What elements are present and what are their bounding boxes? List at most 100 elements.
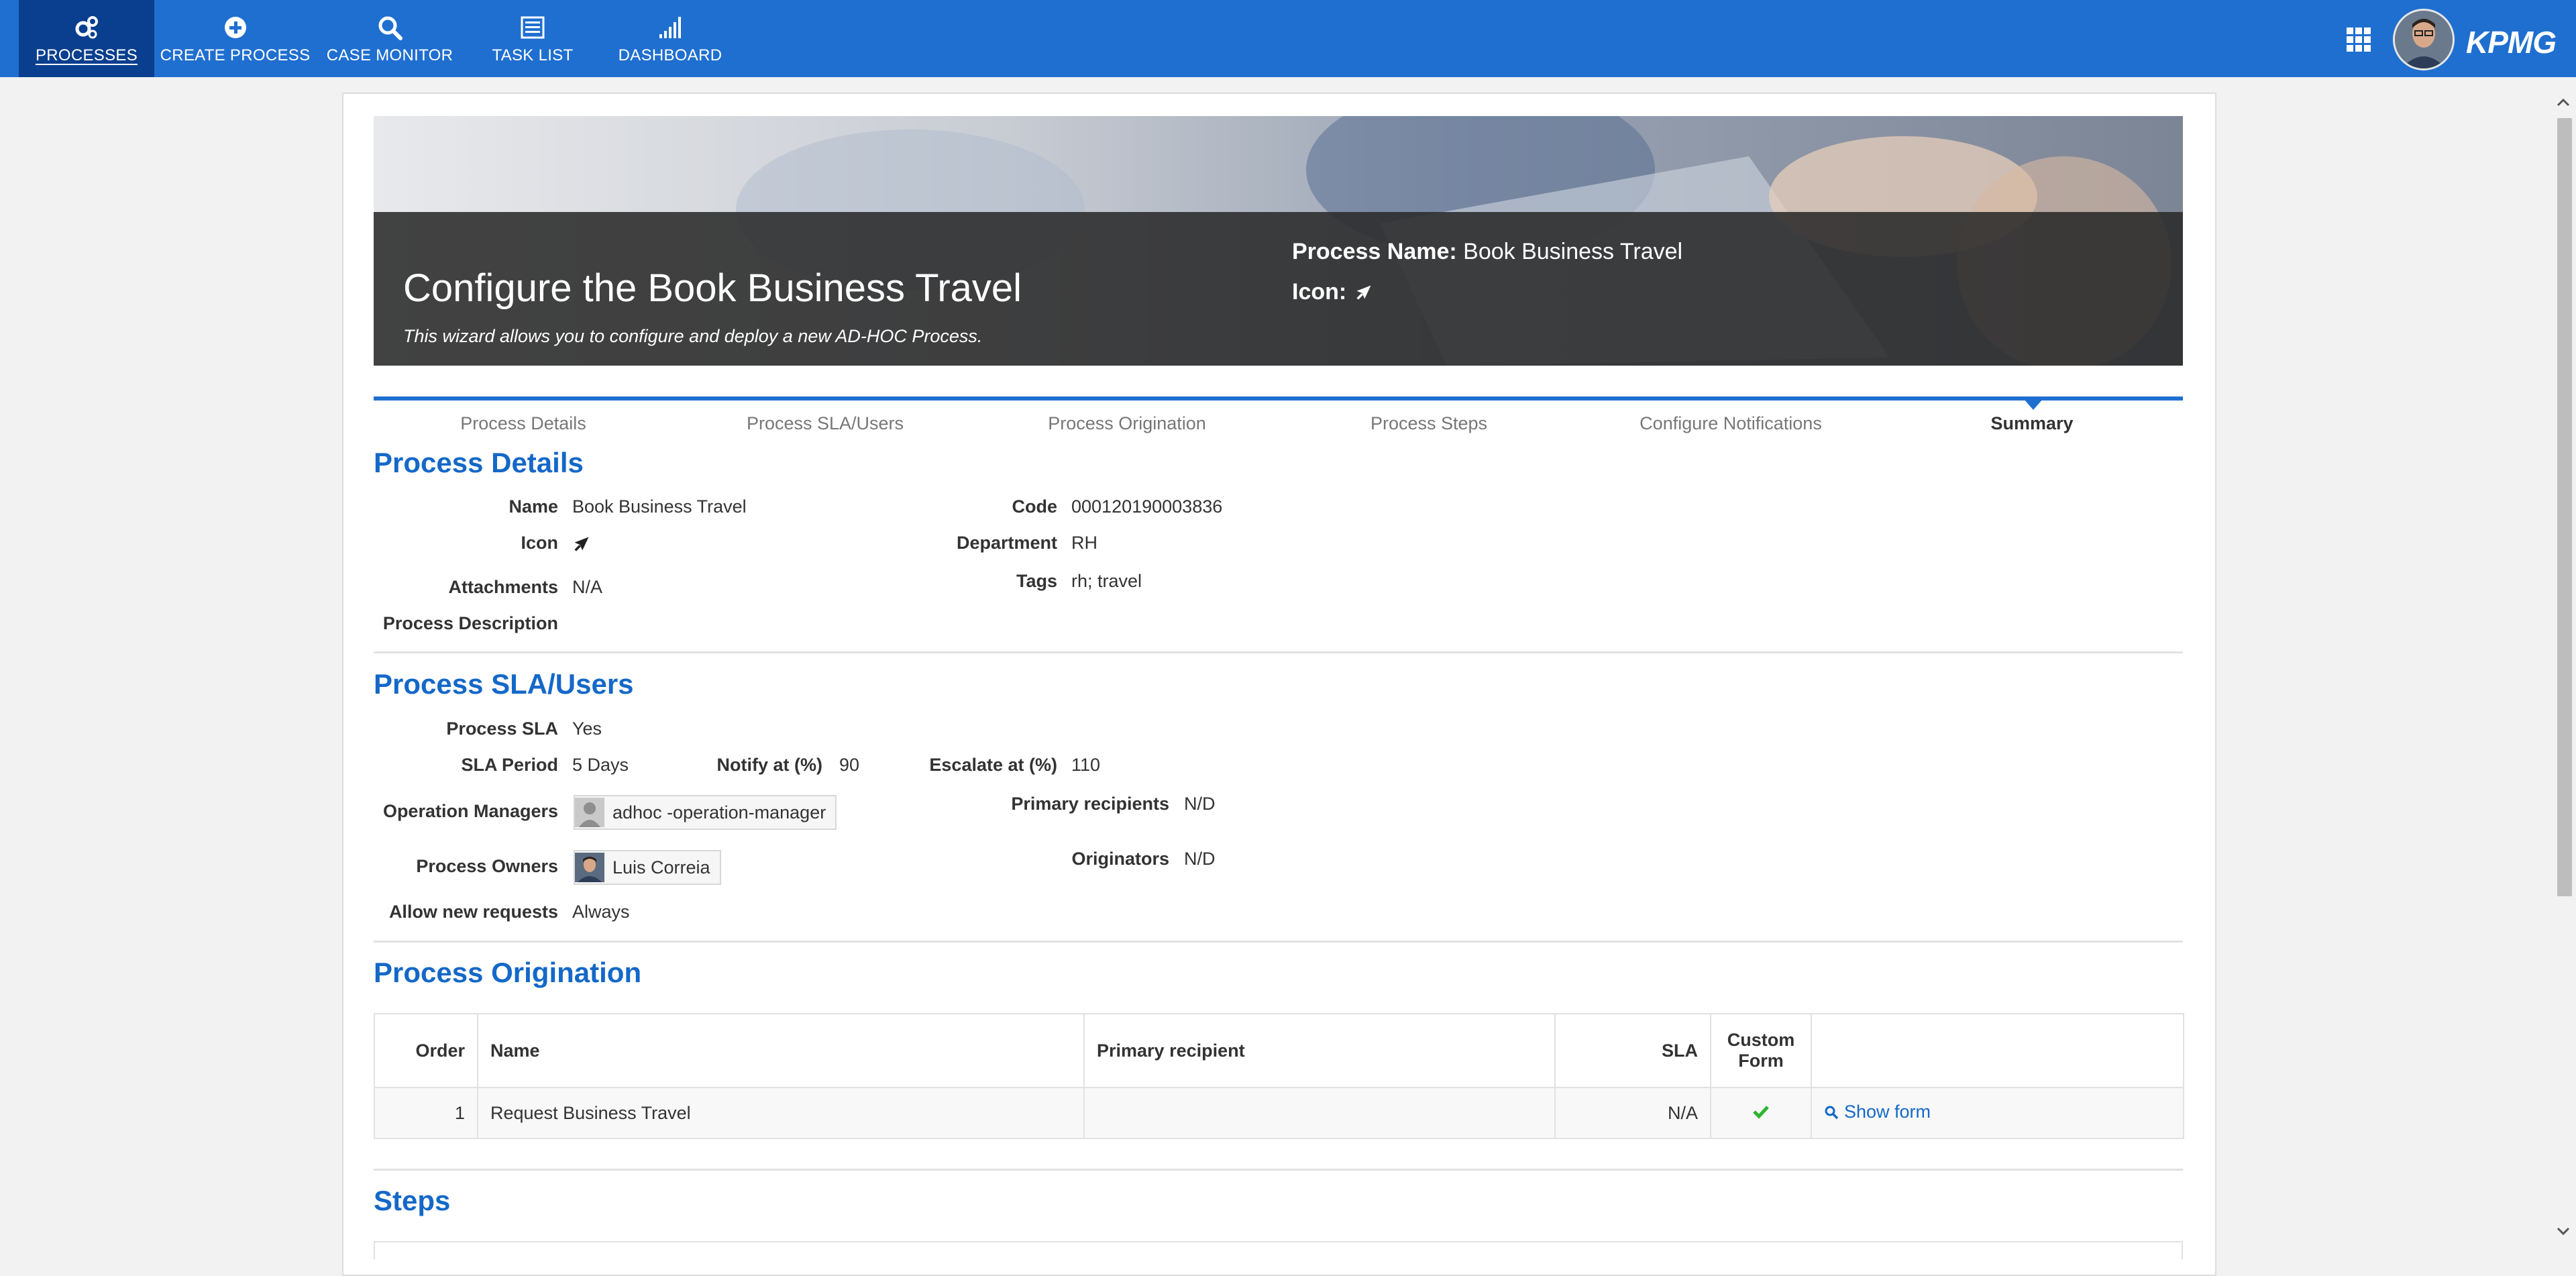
table-header-row: Order Name Primary recipient SLA Custom F… bbox=[374, 1013, 2184, 1088]
tags-label: Tags bbox=[1016, 571, 1057, 591]
name-value: Book Business Travel bbox=[572, 496, 747, 517]
table-row: 1 Request Business Travel N/A Show form bbox=[374, 1087, 2184, 1139]
avatar bbox=[575, 853, 604, 882]
column-header-sla: SLA bbox=[1554, 1013, 1711, 1088]
operation-managers-label: Operation Managers bbox=[382, 801, 558, 821]
department-label: Department bbox=[956, 533, 1057, 553]
steps-table-top-border bbox=[374, 1241, 2183, 1259]
name-label: Name bbox=[508, 496, 558, 517]
search-icon bbox=[378, 16, 402, 40]
wizard-step-process-origination[interactable]: Process Origination bbox=[1048, 413, 1206, 434]
scrollbar-thumb[interactable] bbox=[2557, 118, 2572, 896]
column-header-name: Name bbox=[477, 1013, 1085, 1088]
section-title-process-origination: Process Origination bbox=[374, 957, 642, 988]
section-title-process-sla-users: Process SLA/Users bbox=[374, 668, 634, 700]
nav-create-process[interactable]: CREATE PROCESS bbox=[160, 0, 310, 77]
nav-task-list[interactable]: TASK LIST bbox=[482, 0, 584, 77]
cell-order: 1 bbox=[374, 1087, 478, 1139]
allow-new-requests-label: Allow new requests bbox=[388, 902, 558, 922]
wizard-step-summary[interactable]: Summary bbox=[1990, 413, 2073, 434]
hero-process-name-value: Book Business Travel bbox=[1463, 239, 1683, 264]
wizard-step-process-steps[interactable]: Process Steps bbox=[1371, 413, 1487, 434]
hero-icon-label: Icon: bbox=[1292, 279, 1347, 305]
cell-actions: Show form bbox=[1811, 1087, 2184, 1139]
list-icon bbox=[521, 16, 545, 38]
process-owners-label: Process Owners bbox=[416, 856, 558, 876]
gears-icon bbox=[75, 15, 98, 38]
operation-manager-name: adhoc -operation-manager bbox=[612, 802, 826, 822]
page-subtitle: This wizard allows you to configure and … bbox=[403, 326, 983, 346]
plane-icon bbox=[574, 537, 589, 551]
user-placeholder-icon bbox=[575, 798, 604, 827]
originators-label: Originators bbox=[1071, 849, 1169, 869]
process-owner-chip[interactable]: Luis Correia bbox=[574, 850, 721, 885]
origination-table: Order Name Primary recipient SLA Custom F… bbox=[374, 1013, 2184, 1139]
sla-period-value: 5 Days bbox=[572, 755, 629, 775]
attachments-label: Attachments bbox=[448, 577, 558, 597]
attachments-value: N/A bbox=[572, 577, 603, 597]
column-header-custom-form-line-2: Form bbox=[1738, 1051, 1784, 1071]
nav-create-process-label: CREATE PROCESS bbox=[160, 46, 311, 64]
signal-bars-icon bbox=[659, 16, 681, 38]
kpmg-logo: KPMG bbox=[2466, 25, 2557, 60]
cell-name: Request Business Travel bbox=[477, 1087, 1085, 1139]
nav-case-monitor[interactable]: CASE MONITOR bbox=[321, 0, 459, 77]
column-header-order: Order bbox=[374, 1013, 478, 1088]
wizard-progress-line bbox=[374, 396, 2183, 401]
originators-value: N/D bbox=[1184, 849, 1216, 869]
code-value: 000120190003836 bbox=[1071, 496, 1223, 517]
nav-processes[interactable]: PROCESSES bbox=[19, 0, 154, 77]
wizard-step-process-details[interactable]: Process Details bbox=[460, 413, 586, 434]
allow-new-requests-value: Always bbox=[572, 902, 630, 922]
nav-task-list-label: TASK LIST bbox=[492, 46, 574, 64]
section-title-steps: Steps bbox=[374, 1185, 451, 1216]
operation-manager-chip[interactable]: adhoc -operation-manager bbox=[574, 795, 837, 830]
plane-icon bbox=[1356, 285, 1371, 300]
plus-circle-icon bbox=[224, 16, 246, 38]
column-header-actions bbox=[1811, 1013, 2184, 1088]
hero-banner: Configure the Book Business Travel This … bbox=[374, 116, 2183, 366]
wizard-step-process-sla-users[interactable]: Process SLA/Users bbox=[747, 413, 904, 434]
hero-icon-row: Icon: bbox=[1292, 279, 1373, 305]
column-header-primary-recipient: Primary recipient bbox=[1083, 1013, 1556, 1088]
cell-custom-form bbox=[1710, 1087, 1812, 1139]
section-title-process-details: Process Details bbox=[374, 447, 584, 478]
process-owner-name: Luis Correia bbox=[612, 857, 710, 878]
tags-value: rh; travel bbox=[1071, 571, 1142, 591]
current-step-marker bbox=[2024, 399, 2043, 410]
department-value: RH bbox=[1071, 533, 1097, 553]
nav-dashboard-label: DASHBOARD bbox=[618, 46, 722, 64]
hero-process-name-label: Process Name: bbox=[1292, 239, 1457, 264]
nav-processes-label: PROCESSES bbox=[35, 46, 138, 64]
search-icon bbox=[1825, 1106, 1839, 1119]
page-title: Configure the Book Business Travel bbox=[403, 266, 1022, 310]
process-sla-value: Yes bbox=[572, 719, 602, 739]
notify-at-value: 90 bbox=[839, 755, 860, 775]
nav-case-monitor-label: CASE MONITOR bbox=[326, 46, 453, 64]
top-nav-bar: PROCESSES CREATE PROCESS CASE MONITOR TA… bbox=[0, 0, 2576, 77]
column-header-custom-form-line-1: Custom bbox=[1727, 1030, 1795, 1050]
process-sla-label: Process SLA bbox=[446, 719, 558, 739]
escalate-at-value: 110 bbox=[1071, 755, 1101, 775]
section-divider bbox=[374, 651, 2183, 653]
primary-recipients-label: Primary recipients bbox=[1011, 794, 1169, 814]
show-form-link[interactable]: Show form bbox=[1824, 1102, 1931, 1122]
nav-dashboard[interactable]: DASHBOARD bbox=[610, 0, 730, 77]
cell-primary-recipient bbox=[1083, 1087, 1556, 1139]
column-header-custom-form: Custom Form bbox=[1710, 1013, 1812, 1088]
grid-icon[interactable] bbox=[2346, 27, 2371, 52]
cell-sla: N/A bbox=[1554, 1087, 1711, 1139]
hero-overlay: Configure the Book Business Travel This … bbox=[374, 212, 2183, 366]
user-avatar[interactable] bbox=[2393, 9, 2455, 70]
code-label: Code bbox=[1012, 496, 1058, 517]
scroll-up-arrow-icon[interactable] bbox=[2555, 94, 2572, 111]
wizard-step-configure-notifications[interactable]: Configure Notifications bbox=[1640, 413, 1822, 434]
section-divider bbox=[374, 1169, 2183, 1171]
check-icon bbox=[1753, 1105, 1769, 1119]
primary-recipients-value: N/D bbox=[1184, 794, 1216, 814]
sla-period-label: SLA Period bbox=[461, 755, 558, 775]
icon-label: Icon bbox=[521, 533, 558, 553]
hero-process-name: Process Name: Book Business Travel bbox=[1292, 239, 1682, 265]
process-description-label: Process Description bbox=[382, 613, 558, 633]
scroll-down-arrow-icon[interactable] bbox=[2555, 1222, 2572, 1240]
